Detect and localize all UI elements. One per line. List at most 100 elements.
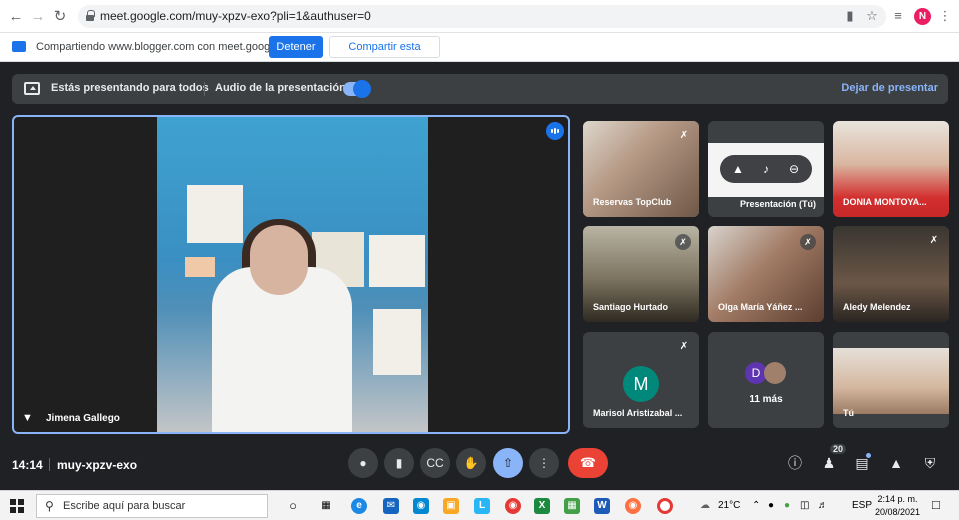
hand-icon: ✋ — [463, 456, 479, 470]
participant-name: Marisol Aristizabal ... — [593, 408, 683, 418]
presentation-bar: Estás presentando para todos Audio de la… — [12, 74, 948, 104]
tile-hover-controls: ▲ ♪ ⊖ — [720, 155, 812, 183]
opera-icon[interactable] — [657, 498, 673, 514]
camera-in-use-icon[interactable]: ▮ — [842, 8, 858, 24]
participant-tile[interactable]: DONIA MONTOYA... — [833, 121, 949, 217]
chat-notification-dot — [866, 453, 871, 458]
input-language[interactable]: ESP — [852, 500, 872, 511]
sharing-banner: Compartiendo www.blogger.com con meet.go… — [0, 33, 959, 73]
stop-presenting-button[interactable]: Dejar de presentar — [841, 82, 938, 94]
app-icon[interactable]: ▦ — [564, 498, 580, 514]
edge-icon[interactable]: e — [351, 498, 367, 514]
participant-tile[interactable]: ✗ Aledy Melendez — [833, 226, 949, 322]
share-this-tab-button[interactable]: Compartir esta pestaña — [329, 36, 440, 73]
temperature: 21°C — [718, 500, 741, 511]
cortana-icon[interactable]: ○ — [285, 498, 301, 514]
more-participants-tile[interactable]: D 11 más — [708, 332, 824, 428]
main-speaker-tile[interactable]: ▼ Jimena Gallego — [12, 115, 570, 434]
firefox-icon[interactable]: ◉ — [625, 498, 641, 514]
shield-icon: ⛨ — [924, 455, 936, 471]
tray-chevron-icon[interactable]: ⌃ — [752, 500, 760, 511]
sharing-text: Compartiendo www.blogger.com con meet.go… — [36, 41, 303, 53]
tray-app-icon[interactable]: ● — [784, 500, 790, 511]
more-options-button[interactable]: ⋮ — [529, 448, 559, 478]
meeting-details-button[interactable]: ⓘ — [786, 454, 804, 472]
file-explorer-icon[interactable]: ▣ — [443, 498, 459, 514]
present-now-button[interactable]: ⇧ — [493, 448, 523, 478]
mic-icon: ● — [359, 456, 367, 470]
network-icon[interactable]: ◫ — [800, 500, 809, 511]
weather-icon: ☁ — [700, 500, 710, 511]
participant-tile[interactable]: ▲ ♪ ⊖ Presentación (Tú) — [708, 121, 824, 217]
back-arrow-icon[interactable]: ← — [6, 7, 26, 27]
windows-start-icon[interactable] — [10, 499, 24, 513]
divider — [204, 82, 205, 96]
presentation-audio-toggle[interactable] — [343, 80, 371, 98]
stop-sharing-button[interactable]: Detener — [269, 36, 323, 58]
self-view-tile[interactable]: Tú — [833, 332, 949, 428]
search-placeholder: Escribe aquí para buscar — [63, 500, 186, 512]
reload-icon[interactable]: ↻ — [50, 7, 70, 27]
microphone-button[interactable]: ● — [348, 448, 378, 478]
camera-button[interactable]: ▮ — [384, 448, 414, 478]
wall-poster — [373, 309, 421, 375]
participant-name: Tú — [843, 408, 854, 418]
pin-icon[interactable]: ▼ — [22, 412, 33, 424]
meet-stage: Estás presentando para todos Audio de la… — [0, 62, 959, 490]
meeting-controls-bar: 14:14 muy-xpzv-exo ● ▮ CC ✋ ⇧ ⋮ ☎ ⓘ 20 ♟… — [0, 438, 959, 490]
notifications-icon[interactable]: □ — [932, 497, 940, 512]
camera-icon: ▮ — [395, 456, 403, 470]
mic-off-icon: ✗ — [929, 235, 939, 246]
self-video — [833, 348, 949, 414]
browser-toolbar: ← → ↻ meet.google.com/muy-xpzv-exo?pli=1… — [0, 0, 959, 33]
screen-share-icon — [12, 41, 26, 52]
activities-button[interactable]: ▲ — [887, 454, 905, 472]
more-menu-icon[interactable]: ⋮ — [937, 8, 953, 24]
host-controls-button[interactable]: ⛨ — [921, 454, 939, 472]
participant-name: Reservas TopClub — [593, 197, 672, 207]
captions-button[interactable]: CC — [420, 448, 450, 478]
volume-icon[interactable]: ♬ — [818, 500, 828, 511]
word-icon[interactable]: W — [594, 498, 610, 514]
reading-list-icon[interactable]: ≡ — [890, 8, 906, 24]
tray-app-icon[interactable]: ● — [768, 500, 774, 511]
main-speaker-name: Jimena Gallego — [46, 413, 120, 424]
lock-icon — [86, 10, 95, 21]
app-l-icon[interactable]: L — [474, 498, 490, 514]
participant-name: Presentación (Tú) — [740, 199, 817, 209]
people-button[interactable]: ♟ — [820, 454, 838, 472]
taskbar-search-input[interactable]: ⚲ Escribe aquí para buscar — [36, 494, 268, 518]
profile-avatar[interactable]: N — [914, 8, 931, 25]
participant-name: Olga María Yáñez ... — [718, 302, 803, 312]
mic-off-icon: ✗ — [679, 341, 689, 352]
mic-off-icon: ✗ — [679, 130, 689, 141]
mic-off-icon: ✗ — [800, 234, 816, 250]
forward-arrow-icon[interactable]: → — [28, 7, 48, 27]
speaking-indicator-icon — [546, 122, 564, 140]
mic-off-icon: ✗ — [675, 234, 691, 250]
participant-tile[interactable]: ✗ Reservas TopClub — [583, 121, 699, 217]
remove-icon[interactable]: ⊖ — [786, 161, 802, 177]
presenting-text: Estás presentando para todos — [51, 82, 209, 94]
participant-tile[interactable]: ✗ Santiago Hurtado — [583, 226, 699, 322]
leave-call-button[interactable]: ☎ — [568, 448, 608, 478]
wall-poster — [187, 185, 243, 243]
participant-count-badge: 20 — [830, 444, 847, 454]
hangup-icon: ☎ — [579, 455, 597, 470]
browser-app-icon[interactable]: ◉ — [413, 498, 429, 514]
bookmark-star-icon[interactable]: ☆ — [864, 8, 880, 24]
clock-date: 20/08/2021 — [875, 507, 921, 517]
raise-hand-button[interactable]: ✋ — [456, 448, 486, 478]
address-bar[interactable]: meet.google.com/muy-xpzv-exo?pli=1&authu… — [78, 5, 886, 28]
volume-icon[interactable]: ♪ — [758, 161, 774, 177]
participant-tile[interactable]: ✗ Olga María Yáñez ... — [708, 226, 824, 322]
taskbar-clock[interactable]: 2:14 p. m. 20/08/2021 — [875, 493, 920, 519]
task-view-icon[interactable]: ▦ — [318, 498, 334, 514]
participant-name: DONIA MONTOYA... — [843, 197, 927, 207]
participant-tile[interactable]: ✗ M Marisol Aristizabal ... — [583, 332, 699, 428]
captions-icon: CC — [426, 456, 444, 470]
mail-icon[interactable]: ✉ — [383, 498, 399, 514]
pin-icon[interactable]: ▲ — [730, 161, 746, 177]
chrome-icon[interactable]: ◉ — [505, 498, 521, 514]
excel-icon[interactable]: X — [534, 498, 550, 514]
